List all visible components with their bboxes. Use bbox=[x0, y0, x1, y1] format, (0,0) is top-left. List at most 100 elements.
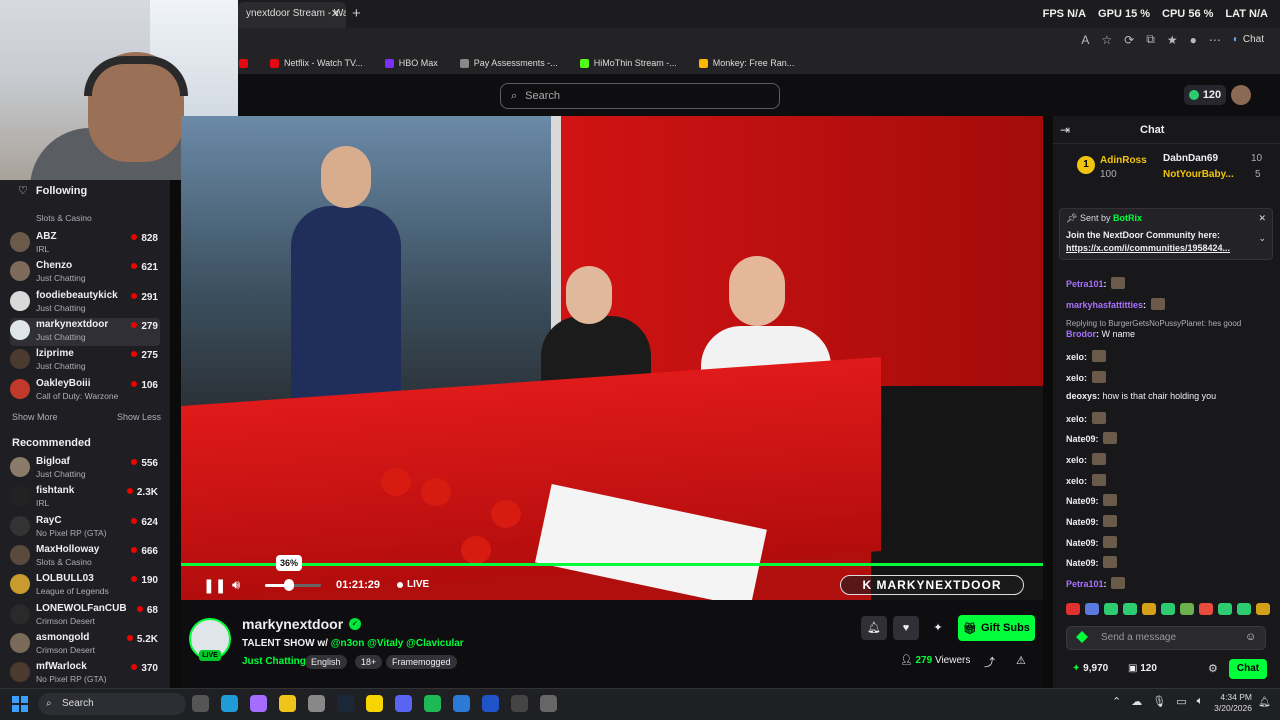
chat-message[interactable]: Nate09: bbox=[1066, 556, 1118, 568]
bits-balance[interactable]: 120 bbox=[1184, 85, 1226, 105]
chat-username[interactable]: Nate09 bbox=[1066, 434, 1096, 444]
emote-icon[interactable] bbox=[1085, 603, 1099, 615]
emote-icon[interactable] bbox=[1123, 603, 1137, 615]
chat-username[interactable]: markyhasfattitties bbox=[1066, 300, 1143, 310]
sidebar-channel-lziprime[interactable]: lziprime Just Chatting 275 bbox=[10, 347, 160, 375]
profile-icon[interactable]: ● bbox=[1190, 33, 1197, 47]
chat-message[interactable]: xelo: bbox=[1066, 412, 1106, 424]
channel-points[interactable]: ✦ 9,970 bbox=[1072, 663, 1108, 674]
windows-start-icon[interactable] bbox=[12, 696, 28, 712]
sidebar-channel-maxholloway[interactable]: MaxHolloway Slots & Casino 666 bbox=[10, 543, 160, 571]
obs-icon[interactable] bbox=[511, 695, 528, 712]
emote-icon[interactable] bbox=[1256, 603, 1270, 615]
chat-message[interactable]: Nate09: bbox=[1066, 515, 1118, 527]
chat-username[interactable]: Nate09 bbox=[1066, 558, 1096, 568]
emote-icon[interactable] bbox=[1066, 603, 1080, 615]
user-avatar[interactable] bbox=[1231, 85, 1251, 105]
taskbar-clock[interactable]: 4:34 PM 3/20/2026 bbox=[1214, 692, 1252, 714]
emote-icon[interactable] bbox=[1142, 603, 1156, 615]
spotify-icon[interactable] bbox=[424, 695, 441, 712]
video-player[interactable] bbox=[181, 116, 1043, 600]
stream-category[interactable]: Just Chatting bbox=[242, 656, 306, 667]
show-more-link[interactable]: Show More bbox=[12, 412, 58, 422]
channel-name[interactable]: markynextdoor bbox=[242, 616, 343, 632]
display-icon[interactable]: ▭ bbox=[1176, 695, 1186, 708]
gift-subs-button[interactable]: 🎁︎ Gift Subs bbox=[958, 615, 1035, 641]
tag[interactable]: 18+ bbox=[355, 655, 383, 669]
volume-handle[interactable] bbox=[284, 579, 294, 591]
sidebar-channel-lonewolfancub[interactable]: LONEWOLFanCUB Crimson Desert 68 bbox=[10, 602, 160, 630]
bookmark-item[interactable]: Pay Assessments -... bbox=[459, 58, 558, 68]
share-icon[interactable]: ⤴ bbox=[984, 654, 995, 670]
copilot-button[interactable]: ◐ Chat bbox=[1233, 34, 1264, 45]
chat-username[interactable]: xelo bbox=[1066, 414, 1084, 424]
notification-bell-button[interactable]: 🔔︎ bbox=[861, 616, 887, 640]
extensions-icon[interactable]: ⟳ bbox=[1124, 33, 1134, 47]
chat-message[interactable]: Brodor: W name bbox=[1066, 329, 1135, 339]
sidebar-channel-markynextdoor[interactable]: markynextdoor Just Chatting 279 bbox=[10, 317, 160, 346]
pause-icon[interactable]: ❚❚ bbox=[203, 577, 226, 594]
chat-username[interactable]: Nate09 bbox=[1066, 496, 1096, 506]
file-explorer-icon[interactable] bbox=[279, 695, 296, 712]
edge-icon[interactable] bbox=[221, 695, 238, 712]
emote-icon[interactable] bbox=[1161, 603, 1175, 615]
favorites-bar-icon[interactable]: ★ bbox=[1167, 33, 1178, 47]
chat-input[interactable]: Send a message bbox=[1066, 626, 1266, 650]
chat-username[interactable]: Nate09 bbox=[1066, 538, 1096, 548]
chat-message[interactable]: Nate09: bbox=[1066, 432, 1118, 444]
chat-username[interactable]: xelo bbox=[1066, 373, 1084, 383]
stream-title-mentions[interactable]: @n3on @Vitaly @Clavicular bbox=[331, 638, 464, 649]
volume-icon[interactable]: 🔊︎ bbox=[232, 577, 240, 593]
chat-message[interactable]: Nate09: bbox=[1066, 494, 1118, 506]
more-icon[interactable]: ⋯ bbox=[1209, 33, 1221, 47]
copilot-icon[interactable] bbox=[250, 695, 267, 712]
sidebar-channel-fishtank[interactable]: fishtank IRL 2.3K bbox=[10, 484, 160, 512]
chat-message[interactable]: xelo: bbox=[1066, 453, 1106, 465]
store-icon[interactable] bbox=[308, 695, 325, 712]
sidebar-channel-abz[interactable]: ABZ IRL 828 bbox=[10, 230, 160, 258]
chat-username[interactable]: xelo bbox=[1066, 455, 1084, 465]
favorite-icon[interactable]: ☆ bbox=[1101, 33, 1112, 47]
chat-username[interactable]: deoxys bbox=[1066, 391, 1097, 401]
chat-username[interactable]: Nate09 bbox=[1066, 517, 1096, 527]
sidebar-channel-oakleyboiii[interactable]: OakleyBoiii Call of Duty: Warzone 106 bbox=[10, 377, 160, 405]
chat-settings-icon[interactable]: ⚙ bbox=[1208, 662, 1218, 675]
tag[interactable]: English bbox=[305, 655, 347, 669]
leader-2-name[interactable]: DabnDan69 bbox=[1163, 153, 1218, 164]
app-icon[interactable] bbox=[540, 695, 557, 712]
speaker-icon[interactable]: 🔈︎ bbox=[1197, 695, 1204, 708]
leader-1-name[interactable]: AdinRoss bbox=[1100, 155, 1147, 166]
read-aloud-icon[interactable]: A bbox=[1081, 33, 1089, 47]
notification-icon[interactable]: 🔔︎ bbox=[1258, 697, 1271, 708]
chat-message[interactable]: deoxys: how is that chair holding you bbox=[1066, 391, 1216, 401]
chat-username[interactable]: Petra101 bbox=[1066, 279, 1104, 289]
sidebar-channel-asmongold[interactable]: asmongold Crimson Desert 5.2K bbox=[10, 631, 160, 659]
tray-chevron-icon[interactable]: ⌃ bbox=[1112, 695, 1121, 708]
bookmark-item[interactable]: Monkey: Free Ran... bbox=[698, 58, 794, 68]
sidebar-channel-chenzo[interactable]: Chenzo Just Chatting 621 bbox=[10, 259, 160, 287]
tab-close-icon[interactable]: ✕ bbox=[331, 7, 340, 20]
follow-button[interactable]: ♥ bbox=[893, 616, 919, 640]
show-less-link[interactable]: Show Less bbox=[117, 412, 161, 422]
search-input[interactable]: ⌕ Search bbox=[500, 83, 780, 109]
expand-chevron-icon[interactable]: ⌄ bbox=[1258, 233, 1266, 244]
sidebar-channel-rayc[interactable]: RayC No Pixel RP (GTA) 624 bbox=[10, 514, 160, 542]
sidebar-channel-lolbull03[interactable]: LOLBULL03 League of Legends 190 bbox=[10, 572, 160, 600]
sidebar-channel-bigloaf[interactable]: Bigloaf Just Chatting 556 bbox=[10, 455, 160, 483]
chat-send-button[interactable]: Chat bbox=[1229, 659, 1267, 679]
cloud-icon[interactable]: ☁ bbox=[1131, 695, 1142, 708]
emote-icon[interactable] bbox=[1218, 603, 1232, 615]
browser-tab[interactable]: ynextdoor Stream - Watc ✕ bbox=[238, 2, 346, 28]
bookmark-item[interactable]: HBO Max bbox=[384, 58, 438, 68]
sidebar-channel-mfwarlock[interactable]: mfWarlock No Pixel RP (GTA) 370 bbox=[10, 660, 160, 688]
bookmark-item[interactable]: HiMoThin Stream -... bbox=[579, 58, 677, 68]
malwarebytes-icon[interactable] bbox=[482, 695, 499, 712]
split-screen-icon[interactable]: ⧉ bbox=[1146, 32, 1155, 47]
sidebar-channel-foodiebeautykick[interactable]: foodiebeautykick Just Chatting 291 bbox=[10, 289, 160, 317]
chat-message[interactable]: Petra101: bbox=[1066, 277, 1126, 289]
chat-message[interactable]: Petra101: bbox=[1066, 577, 1126, 589]
vscode-icon[interactable] bbox=[453, 695, 470, 712]
notes-icon[interactable] bbox=[366, 695, 383, 712]
tag[interactable]: Framemogged bbox=[386, 655, 457, 669]
task-view-icon[interactable] bbox=[192, 695, 209, 712]
